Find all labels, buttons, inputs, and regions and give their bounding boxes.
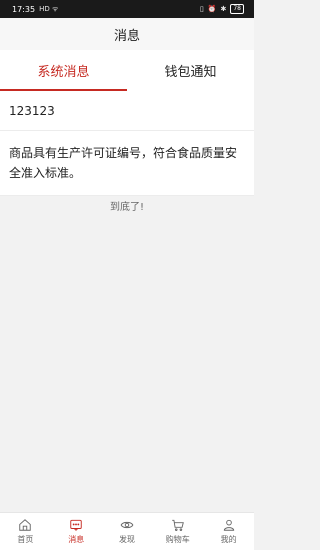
message-list: 123123 商品具有生产许可证编号，符合食品质量安全准入标准。	[0, 91, 254, 196]
cart-icon	[171, 518, 185, 532]
nav-label: 发现	[118, 535, 135, 544]
nav-label: 我的	[220, 535, 237, 544]
nav-item-cart[interactable]: 购物车	[152, 513, 203, 550]
home-icon	[18, 518, 32, 532]
nav-label: 消息	[68, 535, 85, 544]
tab-bar: 系统消息 钱包通知	[0, 50, 254, 91]
message-icon	[69, 518, 83, 532]
nav-item-home[interactable]: 首页	[0, 513, 51, 550]
tab-label: 钱包通知	[164, 65, 217, 80]
status-time: 17:35	[12, 4, 36, 14]
vibrate-icon: ▯	[199, 5, 204, 13]
nav-item-profile[interactable]: 我的	[203, 513, 254, 550]
tab-label: 系统消息	[37, 65, 90, 80]
tab-system-messages[interactable]: 系统消息	[0, 50, 127, 91]
bluetooth-icon: ✱	[220, 5, 227, 13]
page-title: 消息	[113, 28, 140, 44]
message-text: 商品具有生产许可证编号，符合食品质量安全准入标准。	[9, 146, 238, 180]
nav-label: 购物车	[165, 535, 190, 544]
tab-wallet-notifications[interactable]: 钱包通知	[127, 50, 254, 91]
signal-indicators: HD ᯤ	[39, 4, 59, 13]
status-bar: 17:35 HD ᯤ ▯ ⏰ ✱ 78	[0, 0, 254, 18]
end-of-list-text: 到底了!	[109, 202, 144, 213]
alarm-icon: ⏰	[207, 5, 217, 13]
user-icon	[222, 518, 236, 532]
header: 消息	[0, 18, 254, 50]
message-item[interactable]: 商品具有生产许可证编号，符合食品质量安全准入标准。	[0, 131, 254, 196]
message-text: 123123	[9, 103, 55, 118]
nav-item-messages[interactable]: 消息	[51, 513, 102, 550]
nav-label: 首页	[17, 535, 34, 544]
nav-item-discover[interactable]: 发现	[102, 513, 153, 550]
battery-indicator: 78	[230, 4, 244, 14]
eye-icon	[120, 518, 134, 532]
bottom-navigation: 首页 消息 发现 购物车 我的	[0, 512, 254, 550]
message-item[interactable]: 123123	[0, 91, 254, 131]
